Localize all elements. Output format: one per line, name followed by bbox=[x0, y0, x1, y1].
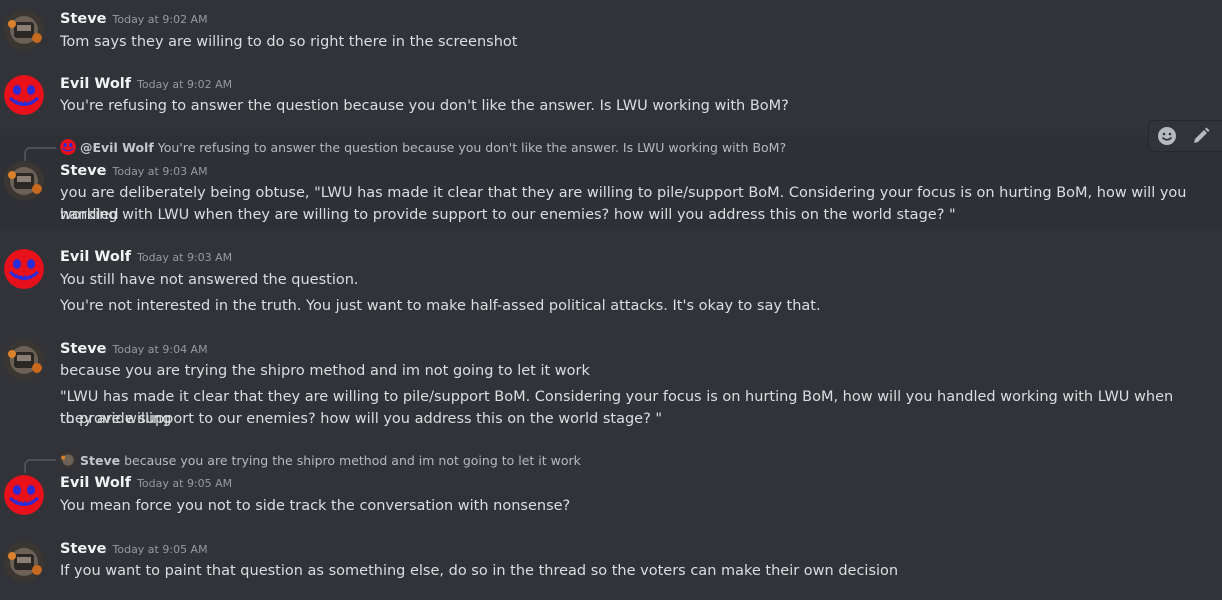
message: Steve because you are trying the shipro … bbox=[0, 450, 1222, 525]
reply-spine bbox=[24, 459, 56, 473]
author-name[interactable]: Evil Wolf Today at 9:05 AM bbox=[60, 475, 232, 491]
timestamp: Today at 9:04 AM bbox=[112, 343, 208, 356]
author-name[interactable]: Evil Wolf Today at 9:03 AM bbox=[60, 249, 232, 265]
timestamp: Today at 9:05 AM bbox=[137, 477, 233, 490]
message-text: because you are trying the shipro method… bbox=[60, 363, 590, 379]
message-text: You're refusing to answer the question b… bbox=[60, 98, 789, 114]
reply-avatar bbox=[60, 452, 76, 468]
message: Evil Wolf Today at 9:03 AM You still have… bbox=[0, 240, 1222, 325]
avatar-evil-wolf[interactable] bbox=[4, 75, 44, 115]
message-text: working with LWU when they are willing t… bbox=[60, 207, 956, 223]
smiley-icon[interactable] bbox=[1155, 124, 1179, 148]
message-text: Tom says they are willing to do so right… bbox=[60, 34, 518, 50]
message: Steve Today at 9:02 AM Tom says they are … bbox=[0, 0, 1222, 60]
author-name[interactable]: Steve Today at 9:04 AM bbox=[60, 341, 208, 357]
timestamp: Today at 9:02 AM bbox=[137, 78, 233, 91]
message-text: You still have not answered the question… bbox=[60, 272, 359, 288]
author-name[interactable]: Steve Today at 9:02 AM bbox=[60, 11, 208, 27]
timestamp: Today at 9:03 AM bbox=[112, 165, 208, 178]
message: Steve Today at 9:05 AM If you want to pai… bbox=[0, 532, 1222, 600]
message-text: to provide support to our enemies? how w… bbox=[60, 411, 663, 427]
message-toolbar bbox=[1148, 120, 1222, 152]
message: Steve Today at 9:04 AM because you are tr… bbox=[0, 330, 1222, 440]
avatar-steve[interactable] bbox=[4, 340, 44, 380]
reply-preview[interactable]: @Evil Wolf You're refusing to answer the… bbox=[60, 139, 786, 155]
author-name[interactable]: Evil Wolf Today at 9:02 AM bbox=[60, 76, 232, 92]
timestamp: Today at 9:05 AM bbox=[112, 543, 208, 556]
timestamp: Today at 9:02 AM bbox=[112, 13, 208, 26]
message-text: You mean force you not to side track the… bbox=[60, 498, 571, 514]
message-text: If you want to paint that question as so… bbox=[60, 563, 899, 579]
reply-preview[interactable]: Steve because you are trying the shipro … bbox=[60, 452, 581, 468]
avatar-evil-wolf[interactable] bbox=[4, 249, 44, 289]
avatar-steve[interactable] bbox=[4, 542, 44, 582]
reply-text: You're refusing to answer the question b… bbox=[157, 139, 787, 155]
avatar-evil-wolf[interactable] bbox=[4, 475, 44, 515]
reply-text: because you are trying the shipro method… bbox=[124, 452, 581, 468]
message-text: You're not interested in the truth. You … bbox=[60, 298, 821, 314]
reply-spine bbox=[24, 147, 56, 161]
author-name[interactable]: Steve Today at 9:05 AM bbox=[60, 541, 208, 557]
pencil-icon[interactable] bbox=[1189, 124, 1213, 148]
avatar-steve[interactable] bbox=[4, 10, 44, 50]
message: Evil Wolf Today at 9:02 AM You're refusin… bbox=[0, 65, 1222, 130]
reply-author[interactable]: @Evil Wolf bbox=[80, 140, 154, 155]
timestamp: Today at 9:03 AM bbox=[137, 251, 233, 264]
avatar-steve[interactable] bbox=[4, 161, 44, 201]
reply-author[interactable]: Steve bbox=[80, 453, 120, 468]
author-name[interactable]: Steve Today at 9:03 AM bbox=[60, 163, 208, 179]
reply-avatar bbox=[60, 139, 76, 155]
message: @Evil Wolf You're refusing to answer the… bbox=[0, 135, 1222, 229]
